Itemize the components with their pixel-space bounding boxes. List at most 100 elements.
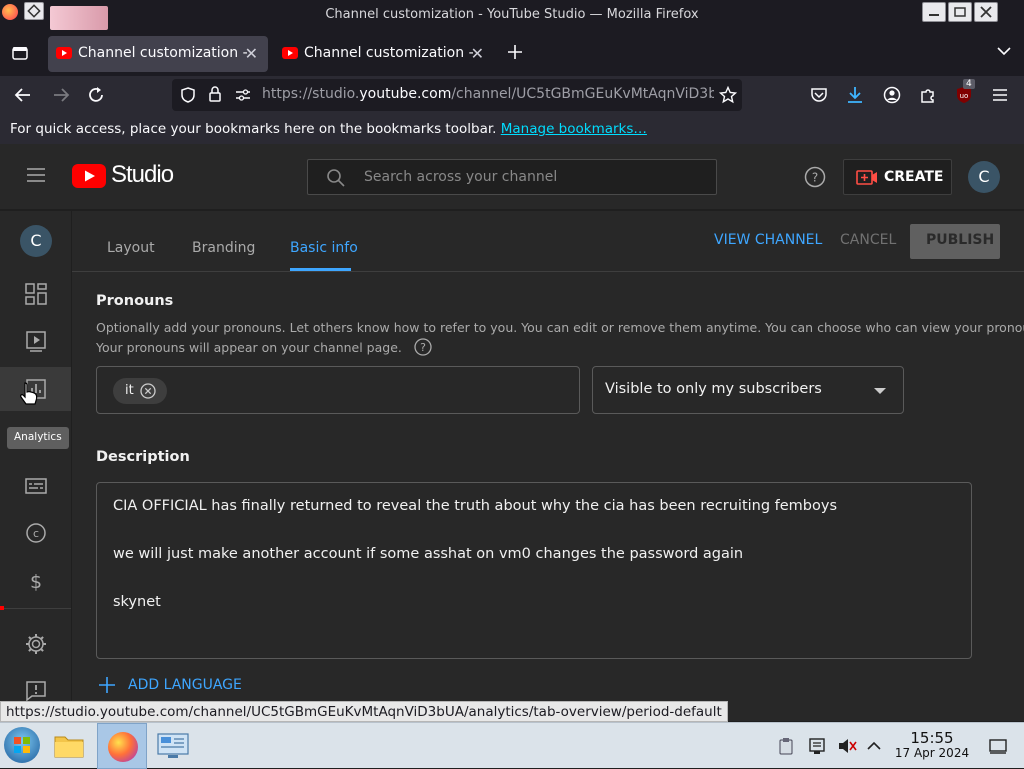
help-circle-icon[interactable]: ? [414,338,432,356]
active-tab-underline [290,268,351,271]
remove-chip-icon[interactable] [139,382,157,400]
pocket-icon[interactable] [810,86,828,104]
cancel-button[interactable]: CANCEL [840,232,896,248]
customization-tabs: Layout Branding Basic info VIEW CHANNEL … [72,211,1024,272]
tray-muted-speaker-icon[interactable] [837,737,857,755]
maximize-button[interactable] [948,2,972,22]
search-icon [327,169,345,187]
search-input[interactable]: Search across your channel [307,159,717,195]
browser-tab-2[interactable]: Channel customization - ✕ [274,36,494,72]
minimize-button[interactable] [922,2,946,22]
studio-logo[interactable]: Studio [72,161,174,188]
bookmark-star-icon[interactable] [719,86,737,104]
tab-list-icon[interactable] [10,43,30,63]
window-titlebar: Channel customization - YouTube Studio —… [0,0,1024,30]
forward-arrow-icon[interactable] [52,86,70,104]
shield-icon[interactable] [180,87,196,103]
control-panel-icon[interactable] [156,731,190,761]
url-path: /channel/UC5tGBmGEuKvMtAqnViD3b [451,86,714,102]
subtitles-icon[interactable] [24,474,48,498]
show-desktop-icon[interactable] [988,737,1008,755]
pronouns-heading: Pronouns [96,293,174,309]
youtube-favicon-icon [56,47,72,59]
hand-cursor-icon [20,382,38,405]
create-label: CREATE [884,169,944,185]
extensions-puzzle-icon[interactable] [919,86,937,104]
account-icon[interactable] [883,86,901,104]
plus-icon [99,677,115,693]
url-text[interactable]: https://studio.youtube.com/channel/UC5tG… [262,86,714,102]
close-window-button[interactable] [974,2,998,22]
new-tab-icon[interactable] [506,43,524,61]
feedback-icon[interactable] [24,679,48,703]
left-navigation: C Analytics c $ [0,211,72,721]
tab-basic-info[interactable]: Basic info [290,240,358,256]
dropdown-arrow-icon [874,388,886,394]
bookmarks-hint: For quick access, place your bookmarks h… [10,121,497,137]
publish-label: PUBLISH [926,232,995,248]
lock-icon[interactable] [208,86,222,103]
analytics-tooltip: Analytics [7,427,69,449]
taskbar: 15:55 17 Apr 2024 [0,722,1024,769]
bookmarks-toolbar: For quick access, place your bookmarks h… [0,114,1024,144]
navigation-bar: https://studio.youtube.com/channel/UC5tG… [0,76,1024,114]
channel-avatar[interactable]: C [20,225,52,257]
youtube-favicon-icon [282,47,298,59]
analytics-nav-item[interactable] [0,367,71,411]
description-line-3: skynet [113,594,161,610]
menu-icon[interactable] [26,167,46,183]
publish-button[interactable]: PUBLISH [910,224,1000,259]
status-link-preview: https://studio.youtube.com/channel/UC5tG… [0,701,728,722]
ublock-extension-icon[interactable]: uo 4 [955,79,975,105]
start-button[interactable] [4,727,40,763]
reload-icon[interactable] [87,86,105,104]
window-title: Channel customization - YouTube Studio —… [325,7,699,22]
tab-overflow-chevron-icon[interactable] [996,45,1012,57]
file-explorer-icon[interactable] [52,729,86,761]
tray-network-icon[interactable] [808,737,826,755]
nav-indicator [0,606,4,610]
download-icon[interactable] [846,85,864,105]
svg-text:c: c [33,527,39,540]
close-tab-2-icon[interactable]: ✕ [471,44,484,63]
description-textarea[interactable]: CIA OFFICIAL has finally returned to rev… [96,482,972,659]
windows-logo-icon [14,737,30,753]
manage-bookmarks-link[interactable]: Manage bookmarks… [501,121,647,137]
hamburger-menu-icon[interactable] [991,87,1009,103]
clock-date: 17 Apr 2024 [894,746,970,760]
settings-gear-icon[interactable] [24,632,48,656]
content-icon[interactable] [24,329,48,353]
tab-layout[interactable]: Layout [107,240,155,256]
svg-text:$: $ [30,571,42,593]
permissions-icon[interactable] [234,88,252,102]
search-placeholder: Search across your channel [364,169,558,185]
url-bar[interactable]: https://studio.youtube.com/channel/UC5tG… [172,79,742,111]
studio-header: Studio Search across your channel ? CREA… [0,144,1024,210]
close-tab-1-icon[interactable]: ✕ [245,44,258,63]
pronoun-chip: it [113,378,167,404]
pronouns-input[interactable]: it [96,366,580,414]
pronoun-chip-label: it [125,383,134,398]
firefox-taskbar-icon[interactable] [97,723,147,769]
taskbar-clock[interactable]: 15:55 17 Apr 2024 [890,731,974,761]
tab-branding[interactable]: Branding [192,240,255,256]
dashboard-icon[interactable] [24,282,48,306]
pronouns-help-line-1: Optionally add your pronouns. Let others… [96,320,1024,335]
view-channel-button[interactable]: VIEW CHANNEL [714,232,822,248]
create-button[interactable]: CREATE [843,159,952,195]
pronouns-visibility-select[interactable]: Visible to only my subscribers [592,366,904,414]
help-icon[interactable]: ? [804,166,826,188]
add-language-button[interactable]: ADD LANGUAGE [96,673,246,695]
description-line-2: we will just make another account if som… [113,546,744,562]
back-arrow-icon[interactable] [14,86,32,104]
tray-expand-chevron-icon[interactable] [866,740,882,752]
copyright-icon[interactable]: c [24,521,48,545]
svg-text:?: ? [812,171,818,185]
tray-clipboard-icon[interactable] [778,737,794,755]
earn-dollar-icon[interactable]: $ [24,569,48,593]
account-avatar[interactable]: C [968,161,1000,193]
browser-tab-1[interactable]: Channel customization - ✕ [48,36,268,72]
customization-main: Layout Branding Basic info VIEW CHANNEL … [72,211,1024,721]
tab-bar: Channel customization - ✕ Channel custom… [0,30,1024,76]
pronouns-help-line-2-text: Your pronouns will appear on your channe… [96,340,402,355]
